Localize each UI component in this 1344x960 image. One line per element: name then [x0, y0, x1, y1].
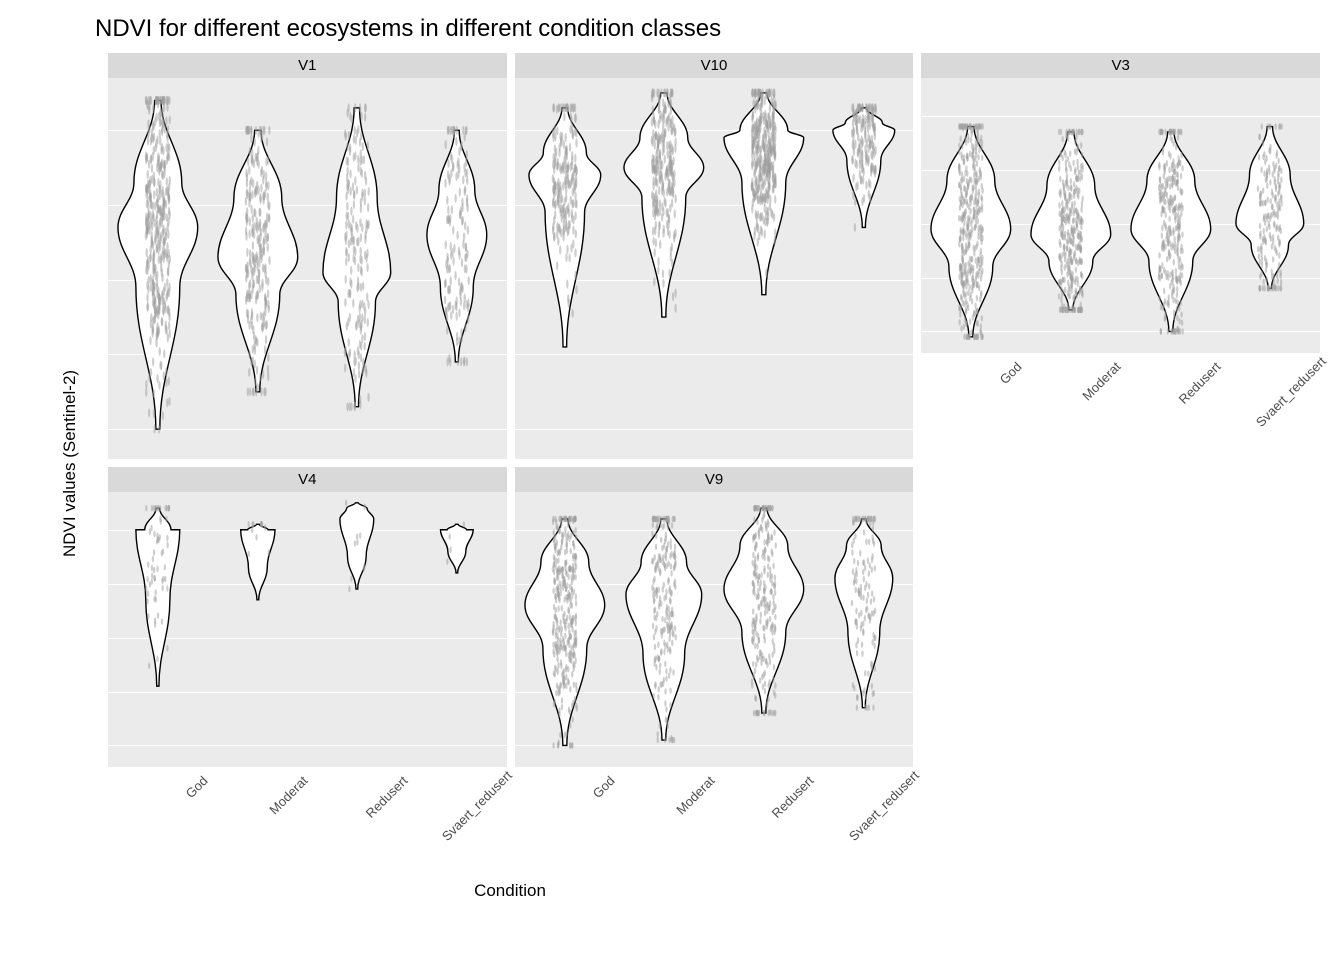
- x-tick-label: Moderat: [240, 773, 311, 844]
- violin-God: [108, 78, 208, 459]
- facet-strip: V1: [108, 53, 507, 78]
- violin-Redusert: [1121, 78, 1221, 353]
- violin-Svaert_redusert: [814, 78, 914, 459]
- x-axis-label: Condition: [40, 881, 920, 901]
- x-tick-label: Svaert_redusert: [846, 773, 917, 844]
- chart-title: NDVI for different ecosystems in differe…: [40, 15, 1320, 43]
- x-tick-label: Redusert: [746, 773, 817, 844]
- violin-Redusert: [307, 492, 407, 767]
- violin-Moderat: [614, 492, 714, 767]
- facet-panel-V1: V10.40.50.60.70.8: [108, 53, 507, 459]
- x-tick-label: Redusert: [1153, 359, 1224, 430]
- violin-God: [921, 78, 1021, 353]
- violin-Redusert: [307, 78, 407, 459]
- x-tick-label: God: [954, 359, 1025, 430]
- facet-strip: V3: [921, 53, 1320, 78]
- x-tick-label: Moderat: [647, 773, 718, 844]
- plot-area: 0.40.50.60.70.8: [108, 78, 507, 459]
- chart: NDVI for different ecosystems in differe…: [40, 10, 1320, 950]
- violin-Moderat: [614, 78, 714, 459]
- plot-area: [515, 78, 914, 459]
- violin-Moderat: [1021, 78, 1121, 353]
- x-tick-label: Svaert_redusert: [1253, 359, 1324, 430]
- x-ticks: God Moderat Redusert Svaert_redusert: [108, 767, 507, 873]
- x-tick-label: Redusert: [340, 773, 411, 844]
- facet-panel-V3: V3GodModeratRedusertSvaert_redusert: [921, 53, 1320, 459]
- violin-Redusert: [714, 492, 814, 767]
- x-tick-label: Svaert_redusert: [439, 773, 510, 844]
- violin-Svaert_redusert: [1220, 78, 1320, 353]
- violin-Moderat: [208, 492, 308, 767]
- x-tick-label: Moderat: [1053, 359, 1124, 430]
- y-axis-label: NDVI values (Sentinel-2): [40, 53, 100, 873]
- violin-Redusert: [714, 78, 814, 459]
- x-ticks: GodModeratRedusertSvaert_redusert: [921, 353, 1320, 459]
- facet-strip: V10: [515, 53, 914, 78]
- violin-Moderat: [208, 78, 308, 459]
- facet-panel-V10: V10: [515, 53, 914, 459]
- plot-area: [921, 78, 1320, 353]
- x-ticks: God Moderat Redusert Svaert_redusert: [515, 767, 914, 873]
- facet-grid: NDVI values (Sentinel-2) V10.40.50.60.70…: [40, 53, 1320, 873]
- violin-Svaert_redusert: [814, 492, 914, 767]
- plot-area: [515, 492, 914, 767]
- violin-Svaert_redusert: [407, 492, 507, 767]
- plot-area: 0.40.50.60.70.8: [108, 492, 507, 767]
- violin-God: [515, 78, 615, 459]
- facet-panel-V9: V9 God Moderat Redusert Svaert_redusert: [515, 467, 914, 873]
- violin-God: [108, 492, 208, 767]
- violin-Svaert_redusert: [407, 78, 507, 459]
- x-tick-label: God: [547, 773, 618, 844]
- x-tick-label: God: [140, 773, 211, 844]
- violin-God: [515, 492, 615, 767]
- facet-panel-V4: V40.40.50.60.70.8God Moderat Redusert Svaer…: [108, 467, 507, 873]
- facet-strip: V9: [515, 467, 914, 492]
- facet-strip: V4: [108, 467, 507, 492]
